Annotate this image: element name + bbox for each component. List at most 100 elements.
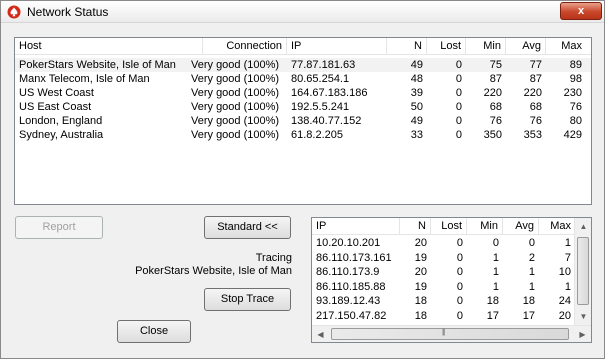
cell-avg: 77	[529, 59, 542, 71]
window-title: Network Status	[27, 5, 109, 19]
cell-avg: 76	[529, 115, 542, 127]
cell-host: PokerStars Website, Isle of Man	[19, 59, 176, 71]
host-table-row[interactable]: US East Coast Very good (100%) 192.5.5.241…	[15, 100, 591, 114]
arrow-left-icon[interactable]: ◀	[312, 326, 329, 342]
cell-min: 76	[489, 115, 502, 127]
column-header-ip[interactable]: IP	[312, 218, 400, 235]
cell-lost: 0	[455, 129, 462, 141]
cell-ip: 86.110.173.9	[316, 266, 380, 278]
report-button[interactable]: Report	[15, 216, 103, 239]
cell-host: US East Coast	[19, 101, 92, 113]
cell-max: 98	[569, 73, 582, 85]
trace-table-row[interactable]: 10.20.10.201 20 0 0 0 1	[312, 236, 575, 250]
cell-host: Sydney, Australia	[19, 129, 104, 141]
cell-ip: 138.40.77.152	[291, 115, 362, 127]
cell-lost: 0	[456, 295, 463, 307]
arrow-up-icon[interactable]: ▲	[575, 218, 591, 235]
window-close-button[interactable]: x	[560, 2, 602, 20]
cell-lost: 0	[455, 101, 462, 113]
cell-avg: 18	[522, 295, 535, 307]
cell-n: 39	[410, 87, 423, 99]
cell-max: 80	[569, 115, 582, 127]
cell-avg: 87	[529, 73, 542, 85]
trace-horizontal-scrollbar[interactable]: ◀ ||| ▶	[312, 325, 591, 342]
cell-min: 75	[489, 59, 502, 71]
cell-avg: 353	[523, 129, 542, 141]
cell-avg: 220	[523, 87, 542, 99]
column-header-min[interactable]: Min	[466, 38, 506, 55]
cell-avg: 1	[528, 266, 535, 278]
cell-max: 1	[564, 280, 571, 293]
cell-ip: 61.8.2.205	[291, 129, 343, 141]
standard-toggle-button[interactable]: Standard <<	[204, 216, 291, 239]
horizontal-scroll-thumb[interactable]	[331, 328, 569, 340]
column-header-host[interactable]: Host	[15, 38, 203, 55]
trace-table-row[interactable]: 86.110.173.9 20 0 1 1 10	[312, 265, 575, 279]
cell-n: 20	[414, 237, 427, 249]
column-header-lost[interactable]: Lost	[427, 38, 466, 55]
cell-min: 1	[492, 266, 499, 278]
cell-ip: 86.110.173.161	[316, 251, 392, 264]
arrow-down-icon[interactable]: ▼	[575, 308, 591, 325]
title-bar[interactable]: Network Status x	[1, 1, 604, 23]
cell-n: 19	[414, 251, 427, 264]
cell-n: 18	[414, 295, 427, 307]
column-header-ip[interactable]: IP	[287, 38, 387, 55]
column-header-avg[interactable]: Avg	[503, 218, 539, 235]
host-table-row[interactable]: Manx Telecom, Isle of Man Very good (100%…	[15, 72, 591, 86]
column-header-avg[interactable]: Avg	[506, 38, 546, 55]
cell-connection: Very good (100%)	[191, 73, 280, 85]
cell-max: 24	[558, 295, 571, 307]
cell-max: 10	[558, 266, 571, 278]
cell-ip: 10.20.10.201	[316, 237, 381, 249]
cell-min: 18	[486, 295, 499, 307]
cell-avg: 68	[529, 101, 542, 113]
trace-table-row[interactable]: 86.110.185.88 19 0 1 1 1	[312, 280, 575, 294]
cell-lost: 0	[455, 59, 462, 71]
cell-n: 20	[414, 266, 427, 278]
cell-lost: 0	[455, 115, 462, 127]
cell-ip: 86.110.185.88	[316, 280, 386, 293]
host-table-row[interactable]: London, England Very good (100%) 138.40.77…	[15, 114, 591, 128]
cell-n: 33	[410, 129, 423, 141]
cell-max: 429	[563, 129, 582, 141]
column-header-max[interactable]: Max	[539, 218, 575, 235]
cell-n: 19	[414, 280, 427, 293]
trace-table-row[interactable]: 93.189.12.43 18 0 18 18 24	[312, 294, 575, 308]
cell-lost: 0	[456, 251, 463, 264]
host-table-row[interactable]: US West Coast Very good (100%) 164.67.183.…	[15, 86, 591, 100]
trace-vertical-scrollbar[interactable]: ▲ ▼	[574, 218, 591, 325]
cell-ip: 192.5.5.241	[291, 101, 350, 113]
trace-table[interactable]: IP N Lost Min Avg Max 10.20.10.201 20 0 0 0 1…	[311, 217, 592, 343]
cell-lost: 0	[456, 280, 463, 293]
column-header-n[interactable]: N	[387, 38, 427, 55]
cell-avg: 17	[522, 309, 535, 322]
arrow-right-icon[interactable]: ▶	[574, 326, 591, 342]
cell-connection: Very good (100%)	[191, 87, 280, 99]
cell-min: 350	[483, 129, 502, 141]
trace-table-row[interactable]: 217.150.47.82 18 0 17 17 20	[312, 309, 575, 323]
column-header-max[interactable]: Max	[546, 38, 586, 55]
cell-host: Manx Telecom, Isle of Man	[19, 73, 150, 85]
cell-lost: 0	[456, 309, 463, 322]
column-header-lost[interactable]: Lost	[431, 218, 467, 235]
host-table-row[interactable]: Sydney, Australia Very good (100%) 61.8.2.…	[15, 128, 591, 142]
host-table[interactable]: Host Connection IP N Lost Min Avg Max Po…	[14, 37, 592, 205]
column-header-n[interactable]: N	[400, 218, 431, 235]
cell-max: 230	[563, 87, 582, 99]
cell-ip: 164.67.183.186	[291, 87, 368, 99]
cell-connection: Very good (100%)	[191, 129, 280, 141]
column-header-min[interactable]: Min	[467, 218, 503, 235]
tracing-label: Tracing	[255, 252, 292, 264]
cell-min: 1	[492, 251, 499, 264]
cell-host: London, England	[19, 115, 103, 127]
cell-n: 18	[414, 309, 427, 322]
trace-table-row[interactable]: 86.110.173.161 19 0 1 2 7	[312, 251, 575, 265]
cell-min: 0	[492, 237, 499, 249]
close-button[interactable]: Close	[117, 320, 191, 343]
stop-trace-button[interactable]: Stop Trace	[204, 288, 291, 311]
cell-lost: 0	[456, 266, 463, 278]
vertical-scroll-thumb[interactable]	[577, 237, 589, 305]
host-table-row[interactable]: PokerStars Website, Isle of Man Very good…	[15, 58, 591, 72]
column-header-connection[interactable]: Connection	[203, 38, 287, 55]
